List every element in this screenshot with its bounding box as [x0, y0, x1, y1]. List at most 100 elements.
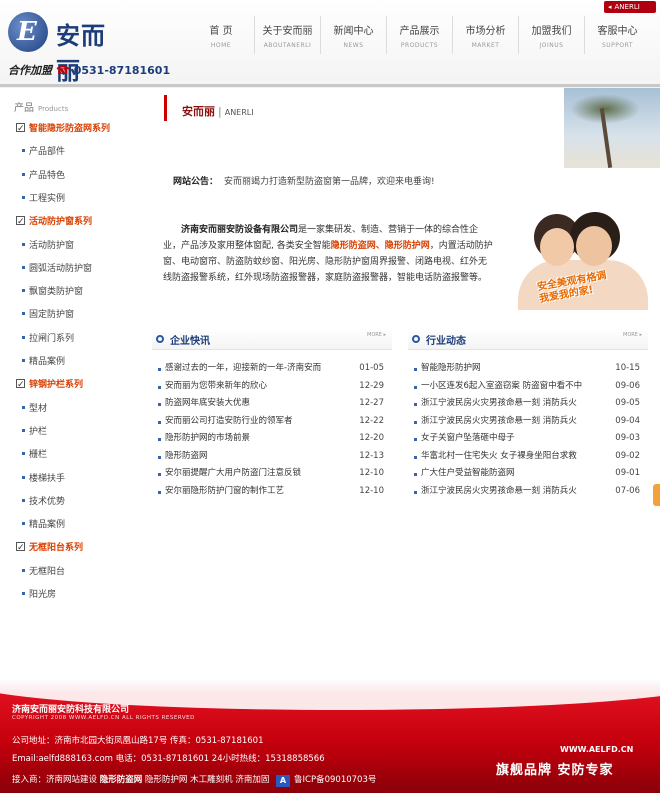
- sidebar-category[interactable]: 活动防护窗系列: [0, 211, 140, 234]
- footer-icp[interactable]: 鲁ICP备09010703号: [294, 775, 376, 785]
- sidebar-item[interactable]: 无框阳台: [0, 561, 140, 584]
- sidebar-item[interactable]: 技术优势: [0, 491, 140, 514]
- news-item[interactable]: 一小区连发6起入室盗窃案 防盗窗中看不中 09-06: [408, 378, 648, 396]
- sidebar-item[interactable]: 楼梯扶手: [0, 468, 140, 491]
- nav-item-about[interactable]: 关于安而丽 ABOUTANERLI: [254, 16, 320, 54]
- sidebar-item[interactable]: 飘窗类防护窗: [0, 281, 140, 304]
- nav-item-products[interactable]: 产品展示 PRODUCTS: [386, 16, 452, 54]
- footer-url: WWW.AELFD.CN: [560, 745, 634, 754]
- news-item[interactable]: 女子关窗户坠落砸中母子 09-03: [408, 430, 648, 448]
- sidebar-category[interactable]: 智能隐形防盗网系列: [0, 118, 140, 141]
- news-title[interactable]: 安而丽公司打造安防行业的领军者: [165, 413, 345, 431]
- news-item[interactable]: 感谢过去的一年，迎接新的一年-济南安而 01-05: [152, 360, 392, 378]
- news-date: 12-13: [359, 450, 384, 461]
- section-title-separator: |: [218, 105, 222, 118]
- sidebar-item[interactable]: 拉闸门系列: [0, 328, 140, 351]
- sidebar-item[interactable]: 阳光房: [0, 584, 140, 607]
- sidebar-item[interactable]: 圆弧活动防护窗: [0, 258, 140, 281]
- bullet-circle-icon: [412, 335, 420, 343]
- news-title[interactable]: 广大住户受益智能防盗网: [421, 465, 601, 483]
- intro-link-invisible-guard[interactable]: 隐形防护网: [385, 241, 430, 251]
- news-item[interactable]: 安尔丽提醒广大用户防盗门注意反锁 12-10: [152, 465, 392, 483]
- sidebar-item[interactable]: 护栏: [0, 421, 140, 444]
- news-date: 10-15: [615, 363, 640, 373]
- intro-link-invisible-net[interactable]: 隐形防盗网: [331, 241, 376, 251]
- logo-letter: E: [17, 17, 37, 47]
- sidebar-item[interactable]: 栅栏: [0, 444, 140, 467]
- news-item[interactable]: 安尔丽隐形防护门窗的制作工艺 12-10: [152, 483, 392, 501]
- nav-label: 加盟我们: [531, 26, 572, 37]
- sidebar-item-label: 固定防护窗: [29, 310, 75, 321]
- notice-label: 网站公告：: [173, 177, 219, 187]
- news-item[interactable]: 广大住户受益智能防盗网 09-01: [408, 465, 648, 483]
- news-title[interactable]: 安而丽为您带来新年的欣心: [165, 378, 345, 396]
- photo-face-a: [540, 228, 574, 266]
- contact-phone: 0531-87181601: [73, 64, 171, 77]
- industry-news-more-link[interactable]: MORE ▸: [623, 332, 642, 338]
- product-sidebar: 产品 Products 智能隐形防盗网系列产品部件产品特色工程实例活动防护窗系列活…: [0, 88, 140, 680]
- sidebar-item[interactable]: 工程实例: [0, 188, 140, 211]
- news-title[interactable]: 隐形防护网的市场前景: [165, 430, 345, 448]
- news-title[interactable]: 隐形防盗网: [165, 448, 345, 466]
- news-item[interactable]: 安而丽公司打造安防行业的领军者 12-22: [152, 413, 392, 431]
- news-item[interactable]: 隐形防护网的市场前景 12-20: [152, 430, 392, 448]
- sidebar-category[interactable]: 锌钢护栏系列: [0, 374, 140, 397]
- sidebar-item-label: 工程实例: [29, 193, 66, 204]
- news-title[interactable]: 浙江宁波民房火灾男孩命悬一刻 消防兵火: [421, 413, 601, 431]
- header-divider: [0, 84, 660, 87]
- sidebar-item[interactable]: 型材: [0, 398, 140, 421]
- news-date: 12-22: [359, 415, 384, 426]
- footer-link-invisible-net[interactable]: 隐形防盗网: [100, 775, 143, 785]
- footer-links-prefix[interactable]: 接入商：济南网站建设: [12, 775, 100, 785]
- news-item[interactable]: 安而丽为您带来新年的欣心 12-29: [152, 378, 392, 396]
- nav-item-news[interactable]: 新闻中心 NEWS: [320, 16, 386, 54]
- news-title[interactable]: 女子关窗户坠落砸中母子: [421, 430, 601, 448]
- sidebar-item[interactable]: 精品案例: [0, 351, 140, 374]
- nav-item-market[interactable]: 市场分析 MARKET: [452, 16, 518, 54]
- news-title[interactable]: 智能隐形防护网: [421, 360, 601, 378]
- news-date: 09-01: [615, 468, 640, 478]
- sidebar-item[interactable]: 产品部件: [0, 141, 140, 164]
- nav-label-en: JOINUS: [539, 42, 564, 49]
- site-header: E 安而丽 ◂ ANERLI 首 页 HOME 关于安而丽 ABOUTANERLI 新…: [0, 0, 660, 88]
- news-item[interactable]: 浙江宁波民房火灾男孩命悬一刻 消防兵火 09-04: [408, 413, 648, 431]
- nav-label-en: SUPPORT: [601, 42, 634, 49]
- sidebar-category[interactable]: 无框阳台系列: [0, 537, 140, 560]
- news-title[interactable]: 华富北村一住宅失火 女子裸身坐阳台求救: [421, 448, 601, 466]
- nav-item-support[interactable]: 客服中心 SUPPORT: [584, 16, 650, 54]
- floating-side-tab[interactable]: [653, 484, 660, 506]
- news-date: 09-03: [615, 433, 640, 443]
- news-item[interactable]: 智能隐形防护网 10-15: [408, 360, 648, 378]
- site-logo[interactable]: E 安而丽: [8, 12, 120, 85]
- news-title[interactable]: 防盗网年底安装大优惠: [165, 395, 345, 413]
- news-item[interactable]: 华富北村一住宅失火 女子裸身坐阳台求救 09-02: [408, 448, 648, 466]
- language-tag[interactable]: ◂ ANERLI: [604, 1, 656, 13]
- news-item[interactable]: 浙江宁波民房火灾男孩命悬一刻 消防兵火 07-06: [408, 483, 648, 501]
- sidebar-item-label: 产品特色: [29, 170, 66, 181]
- news-item[interactable]: 浙江宁波民房火灾男孩命悬一刻 消防兵火 09-05: [408, 395, 648, 413]
- news-item[interactable]: 隐形防盗网 12-13: [152, 448, 392, 466]
- news-title[interactable]: 安尔丽隐形防护门窗的制作工艺: [165, 483, 345, 501]
- sidebar-item[interactable]: 固定防护窗: [0, 304, 140, 327]
- news-title[interactable]: 感谢过去的一年，迎接新的一年-济南安而: [165, 360, 345, 378]
- news-date: 01-05: [359, 363, 384, 373]
- news-title[interactable]: 浙江宁波民房火灾男孩命悬一刻 消防兵火: [421, 395, 601, 413]
- certification-icon[interactable]: A: [276, 775, 291, 787]
- footer-links-rest[interactable]: 隐形防护网 木工雕刻机 济南加固: [142, 775, 272, 785]
- sidebar-item[interactable]: 产品特色: [0, 165, 140, 188]
- news-date: 09-06: [615, 380, 640, 391]
- news-title[interactable]: 安尔丽提醒广大用户防盗门注意反锁: [165, 465, 345, 483]
- industry-news-list: 智能隐形防护网 10-15 一小区连发6起入室盗窃案 防盗窗中看不中 09-06 浙江宁…: [408, 360, 648, 500]
- news-title[interactable]: 浙江宁波民房火灾男孩命悬一刻 消防兵火: [421, 483, 601, 501]
- nav-item-home[interactable]: 首 页 HOME: [188, 16, 254, 54]
- section-title-cn: 安而丽: [182, 105, 215, 118]
- checkbox-icon: [16, 537, 25, 560]
- checkbox-icon: [16, 374, 25, 397]
- sidebar-item[interactable]: 精品案例: [0, 514, 140, 537]
- news-date: 12-20: [359, 433, 384, 443]
- nav-item-join[interactable]: 加盟我们 JOINUS: [518, 16, 584, 54]
- company-news-more-link[interactable]: MORE ▸: [367, 332, 386, 338]
- sidebar-item[interactable]: 活动防护窗: [0, 235, 140, 258]
- news-item[interactable]: 防盗网年底安装大优惠 12-27: [152, 395, 392, 413]
- news-title[interactable]: 一小区连发6起入室盗窃案 防盗窗中看不中: [421, 378, 601, 396]
